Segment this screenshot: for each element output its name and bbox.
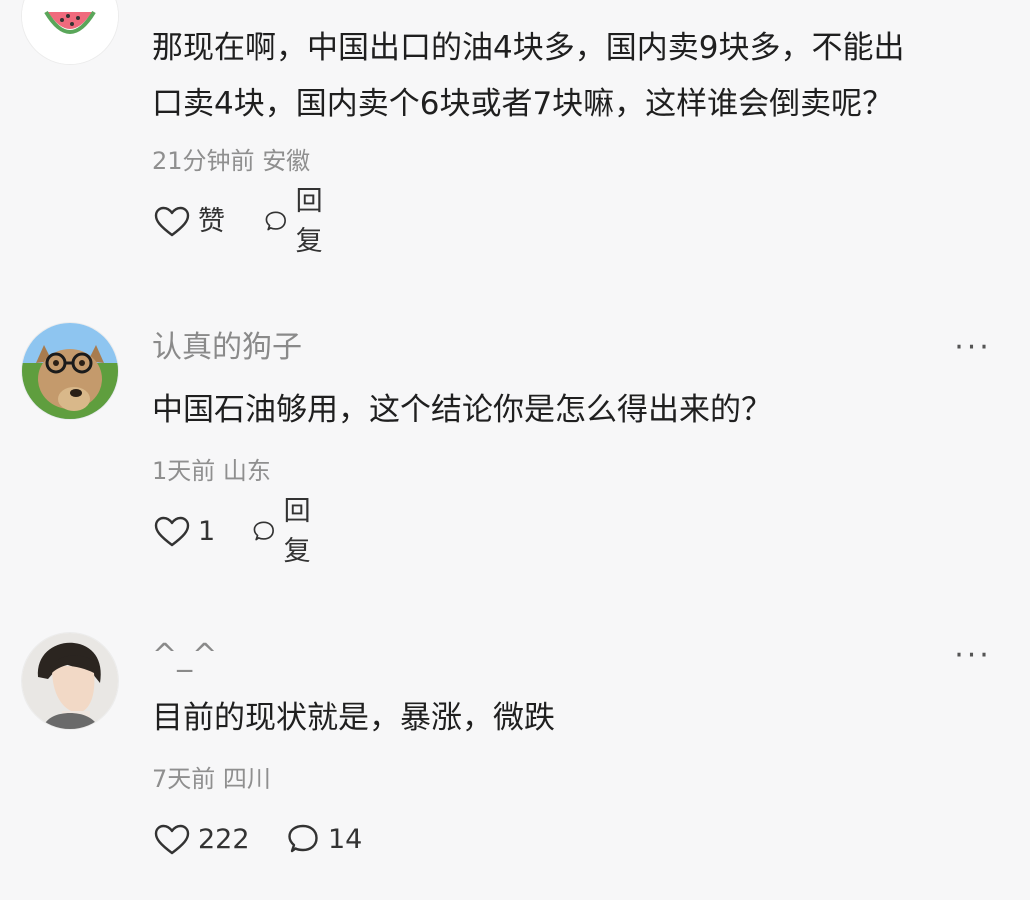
comment-bubble-icon xyxy=(253,521,274,541)
portrait-avatar-icon xyxy=(22,633,118,729)
comment-text-line: 中国石油够用，这个结论你是怎么得出来的？ xyxy=(152,392,772,428)
comment-meta: 21分钟前 安徽 xyxy=(152,144,310,178)
comment-text-line: 目前的现状就是，暴涨，微跌 xyxy=(152,700,555,736)
comment-meta: 7天前 四川 xyxy=(152,762,271,796)
heart-icon xyxy=(154,824,190,855)
reply-button[interactable]: 回复 xyxy=(264,186,333,257)
more-icon[interactable]: ··· xyxy=(945,328,1001,368)
dog-avatar-icon xyxy=(22,323,118,419)
reply-button[interactable]: 14 xyxy=(286,820,362,860)
watermelon-avatar[interactable] xyxy=(22,0,118,64)
comment-text: 那现在啊，中国出口的油4块多，国内卖9块多，不能出 口卖4块，国内卖个6块或者7… xyxy=(152,20,1012,132)
like-button[interactable]: 222 xyxy=(154,820,250,860)
comment-location: 安徽 xyxy=(262,147,311,175)
comment-text-line: 口卖4块，国内卖个6块或者7块嘛，这样谁会倒卖呢？ xyxy=(152,86,894,122)
watermelon-icon xyxy=(22,0,118,64)
reply-button[interactable]: 回复 xyxy=(252,496,321,567)
comment-username[interactable]: ^_^ xyxy=(152,636,217,676)
comment-text: 中国石油够用，这个结论你是怎么得出来的？ xyxy=(152,382,1012,438)
more-icon[interactable]: ··· xyxy=(945,636,1001,676)
reply-label: 回复 xyxy=(283,496,311,567)
comment-bubble-icon xyxy=(288,824,318,853)
comment-time: 21分钟前 xyxy=(152,147,255,175)
reply-count: 14 xyxy=(328,824,363,855)
reply-label: 回复 xyxy=(295,186,323,257)
like-count: 1 xyxy=(198,516,216,547)
like-count: 222 xyxy=(198,824,250,855)
comment-meta: 1天前 山东 xyxy=(152,454,271,488)
dog-with-glasses-avatar[interactable] xyxy=(22,323,118,419)
comment-location: 四川 xyxy=(222,765,271,793)
comment-bubble-icon xyxy=(265,211,286,231)
heart-icon xyxy=(154,516,190,547)
heart-icon xyxy=(154,206,190,237)
comment-time: 1天前 xyxy=(152,457,216,485)
like-button[interactable]: 1 xyxy=(154,512,215,552)
comment-location: 山东 xyxy=(222,457,271,485)
comment-username[interactable]: 认真的狗子 xyxy=(152,328,302,368)
comment-time: 7天前 xyxy=(152,765,216,793)
comment-text-line: 那现在啊，中国出口的油4块多，国内卖9块多，不能出 xyxy=(152,30,905,66)
young-man-avatar[interactable] xyxy=(22,633,118,729)
comment-text: 目前的现状就是，暴涨，微跌 xyxy=(152,690,1012,746)
like-label: 赞 xyxy=(198,206,225,237)
like-button[interactable]: 赞 xyxy=(154,202,225,242)
